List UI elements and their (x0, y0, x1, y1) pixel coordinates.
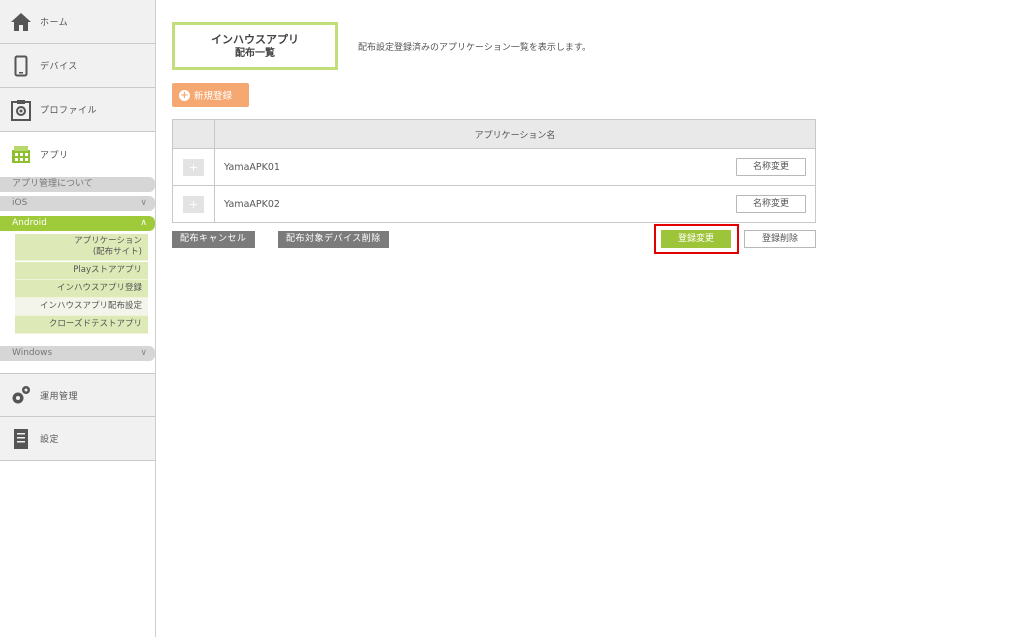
nav-operation[interactable]: 運用管理 (0, 373, 155, 417)
sidebar-item-inhouse-register[interactable]: インハウスアプリ登録 (15, 280, 148, 298)
sidebar-item-inhouse-distribution-label: インハウスアプリ配布設定 (39, 301, 142, 311)
nav-settings[interactable]: 設定 (0, 417, 155, 461)
sidebar: ホーム デバイス プロファイル アプリ アプリ管理について iOS ∨ Andr… (0, 0, 156, 637)
category-windows-label: Windows (12, 348, 53, 358)
document-icon (10, 428, 32, 450)
rename-button[interactable]: 名称変更 (736, 195, 806, 213)
nav-settings-label: 設定 (40, 435, 60, 445)
app-name-cell: YamaAPK02 名称変更 (214, 185, 816, 223)
sidebar-item-playstore-label: Playストアアプリ (73, 265, 142, 275)
sidebar-item-application-line2: (配布サイト) (92, 247, 142, 257)
column-header-app-name: アプリケーション名 (214, 119, 816, 149)
row-select-checkbox[interactable]: + (183, 158, 204, 176)
nav-device[interactable]: デバイス (0, 44, 155, 88)
sidebar-item-inhouse-register-label: インハウスアプリ登録 (56, 283, 142, 293)
chevron-up-icon: ∧ (140, 218, 147, 228)
sidebar-item-playstore[interactable]: Playストアアプリ (15, 262, 148, 280)
nav-profile[interactable]: プロファイル (0, 88, 155, 132)
app-name-cell: YamaAPK01 名称変更 (214, 148, 816, 186)
table-row: + YamaAPK01 名称変更 (172, 148, 816, 186)
category-windows[interactable]: Windows ∨ (0, 346, 155, 361)
page-description: 配布設定登録済みのアプリケーション一覧を表示します。 (358, 43, 591, 53)
new-register-button[interactable]: + 新規登録 (172, 83, 249, 107)
sidebar-item-closed-test[interactable]: クローズドテストアプリ (15, 316, 148, 334)
cancel-distribution-button[interactable]: 配布キャンセル (172, 231, 255, 248)
nav-operation-label: 運用管理 (40, 391, 79, 402)
sidebar-item-closed-test-label: クローズドテストアプリ (48, 319, 142, 329)
page-title-line1: インハウスアプリ (211, 32, 299, 46)
gears-icon (10, 384, 32, 406)
app-icon (10, 143, 32, 165)
nav-profile-label: プロファイル (40, 106, 98, 116)
rename-button[interactable]: 名称変更 (736, 158, 806, 176)
nav-app-label: アプリ (40, 150, 69, 161)
header-check-cell (172, 119, 215, 149)
smartphone-icon (10, 55, 32, 77)
table-header-row: アプリケーション名 (172, 119, 816, 149)
app-about-link[interactable]: アプリ管理について (0, 177, 155, 192)
sidebar-item-application-site[interactable]: アプリケーション (配布サイト) (15, 234, 148, 261)
sidebar-item-inhouse-distribution[interactable]: インハウスアプリ配布設定 (15, 298, 148, 316)
category-android-label: Android (12, 218, 47, 228)
home-icon (10, 11, 32, 33)
app-name: YamaAPK02 (224, 198, 280, 210)
nav-app[interactable]: アプリ (0, 132, 155, 176)
app-name: YamaAPK01 (224, 161, 280, 173)
page-title: インハウスアプリ 配布一覧 (172, 22, 338, 70)
delete-target-devices-button[interactable]: 配布対象デバイス削除 (278, 231, 389, 248)
application-table: アプリケーション名 + YamaAPK01 名称変更 + YamaAPK02 名… (172, 119, 816, 223)
nav-home[interactable]: ホーム (0, 0, 155, 44)
row-select-checkbox[interactable]: + (183, 195, 204, 213)
row-select-cell: + (172, 185, 215, 223)
nav-device-label: デバイス (40, 62, 78, 72)
category-ios-label: iOS (12, 198, 28, 208)
chevron-down-icon: ∨ (140, 198, 147, 208)
chevron-down-icon: ∨ (140, 348, 147, 358)
profile-icon (10, 99, 32, 121)
table-row: + YamaAPK02 名称変更 (172, 185, 816, 223)
page-title-line2: 配布一覧 (235, 47, 275, 59)
nav-home-label: ホーム (40, 18, 69, 28)
row-select-cell: + (172, 148, 215, 186)
category-ios[interactable]: iOS ∨ (0, 196, 155, 211)
change-registration-button[interactable]: 登録変更 (661, 230, 731, 248)
app-about-label: アプリ管理について (12, 179, 93, 189)
delete-registration-button[interactable]: 登録削除 (744, 230, 816, 248)
plus-circle-icon: + (179, 89, 190, 101)
new-register-label: 新規登録 (194, 91, 233, 102)
category-android[interactable]: Android ∧ (0, 216, 155, 231)
sidebar-item-application-line1: アプリケーション (74, 236, 142, 246)
